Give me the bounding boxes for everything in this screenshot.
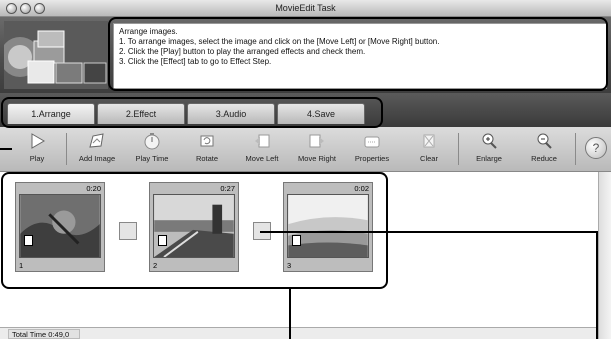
zoom-out-icon xyxy=(537,133,552,149)
reduce-label: Reduce xyxy=(531,154,557,163)
move-right-button[interactable]: Move Right xyxy=(290,129,344,171)
play-button[interactable]: Play xyxy=(10,129,64,171)
app-logo-icon xyxy=(4,21,108,89)
move-left-icon xyxy=(255,134,270,148)
properties-icon xyxy=(364,136,380,148)
title-bar: MovieEdit Task xyxy=(0,0,611,17)
play-time-label: Play Time xyxy=(135,154,169,163)
callout-line xyxy=(0,148,12,150)
add-image-button[interactable]: Add Image xyxy=(70,129,124,171)
toolbar-separator xyxy=(575,133,576,165)
play-time-button[interactable]: Play Time xyxy=(125,129,179,171)
help-button[interactable]: ? xyxy=(585,137,607,159)
reduce-button[interactable]: Reduce xyxy=(517,129,571,171)
rotate-icon xyxy=(200,135,214,147)
callout-instructions xyxy=(108,17,608,91)
enlarge-label: Enlarge xyxy=(476,154,502,163)
window-title: MovieEdit Task xyxy=(275,3,336,13)
play-icon xyxy=(31,133,45,149)
total-time: Total Time 0:49,0 xyxy=(8,329,80,339)
clear-button[interactable]: Clear xyxy=(402,129,456,171)
status-bar: Total Time 0:49,0 xyxy=(0,327,598,339)
add-image-icon xyxy=(89,133,104,148)
properties-button[interactable]: Properties xyxy=(345,129,399,171)
enlarge-button[interactable]: Enlarge xyxy=(462,129,516,171)
add-image-label: Add Image xyxy=(78,154,116,163)
toolbar: Play Add Image Play Time Rotate Move Lef… xyxy=(0,127,611,172)
move-left-label: Move Left xyxy=(245,154,279,163)
toolbar-separator xyxy=(458,133,459,165)
move-right-icon xyxy=(309,134,324,148)
move-right-label: Move Right xyxy=(298,154,336,163)
zoom-in-icon xyxy=(482,133,497,149)
move-left-button[interactable]: Move Left xyxy=(235,129,289,171)
clear-icon xyxy=(423,134,435,148)
rotate-label: Rotate xyxy=(195,154,219,163)
callout-line xyxy=(596,231,598,339)
vertical-scrollbar[interactable] xyxy=(598,172,611,339)
callout-line xyxy=(260,231,598,233)
clear-label: Clear xyxy=(420,154,438,163)
callout-line xyxy=(289,289,291,339)
toolbar-separator xyxy=(66,133,67,165)
play-label: Play xyxy=(29,154,45,163)
properties-label: Properties xyxy=(354,154,390,163)
rotate-button[interactable]: Rotate xyxy=(180,129,234,171)
stopwatch-icon xyxy=(144,133,160,150)
callout-tabs xyxy=(1,97,383,128)
